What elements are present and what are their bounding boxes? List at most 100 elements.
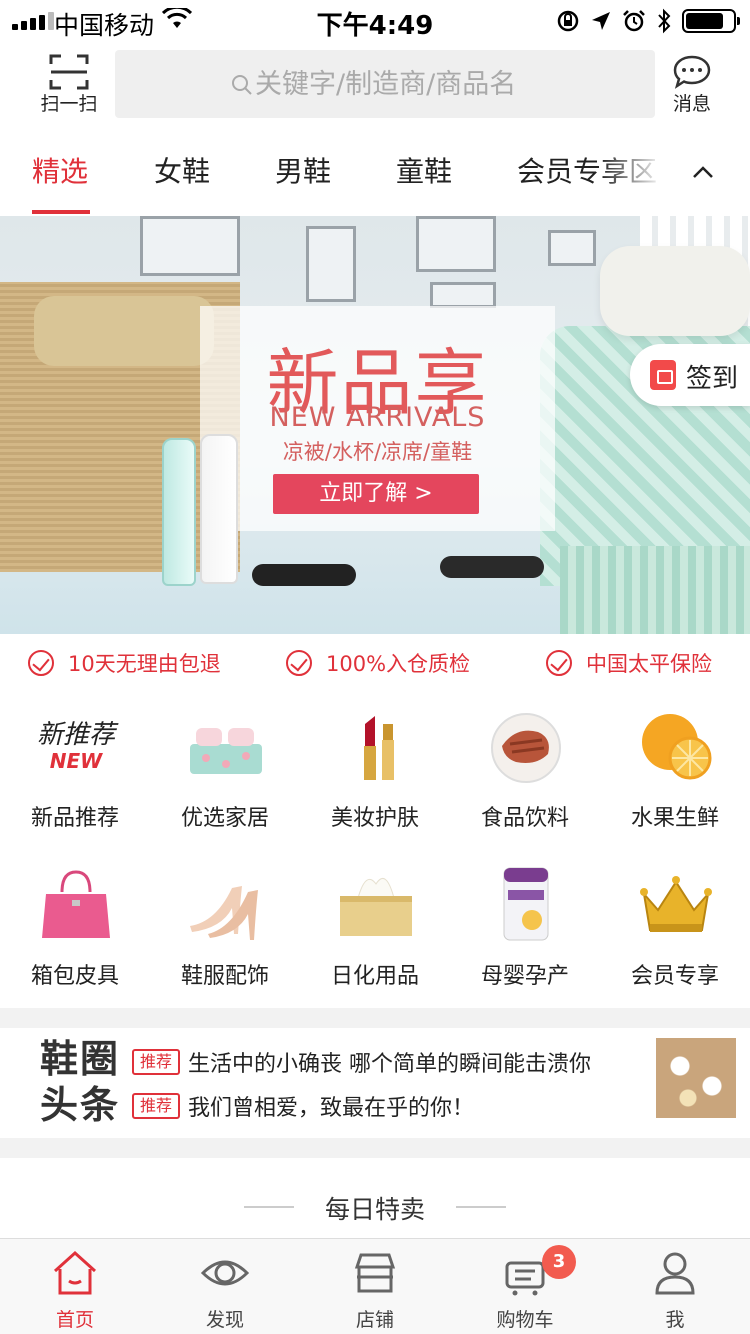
category-label: 新品推荐 (30, 806, 119, 831)
water-bottle-image (162, 438, 196, 586)
category-label: 会员专享 (630, 964, 719, 989)
high-heels-icon (190, 886, 258, 940)
headlines-logo-line2: 头条 (40, 1082, 121, 1127)
tissue-box-icon (340, 877, 412, 936)
category-label: 箱包皮具 (30, 964, 119, 989)
sign-in-label: 签到 (686, 364, 739, 394)
new-arrivals-logo-text: 新推荐 (36, 720, 115, 750)
headline-text: 我们曾相爱，致最在乎的你！ (188, 1096, 475, 1121)
chat-bubble-icon (673, 55, 711, 89)
category-shoes-apparel[interactable]: 鞋服配饰 (150, 854, 300, 1004)
sandal-image (440, 556, 544, 578)
headline-item[interactable]: 推荐 我们曾相爱，致最在乎的你！ (132, 1090, 474, 1122)
category-food[interactable]: 食品饮料 (450, 696, 600, 846)
search-icon (232, 75, 252, 95)
category-label: 日化用品 (330, 964, 419, 989)
battery-icon (682, 9, 740, 33)
tab-featured[interactable]: 精选 (32, 150, 88, 190)
category-label: 水果生鲜 (630, 806, 719, 831)
new-arrivals-logo-sub: NEW (49, 749, 103, 773)
nav-label: 发现 (205, 1309, 244, 1331)
category-fruit[interactable]: 水果生鲜 (600, 696, 750, 846)
category-bags[interactable]: 箱包皮具 (0, 854, 150, 1004)
search-bar[interactable] (115, 50, 655, 118)
guarantee-text: 10天无理由包退 (68, 652, 221, 676)
guarantee-item: 10天无理由包退 (28, 648, 221, 678)
nav-label: 购物车 (496, 1309, 554, 1331)
scan-label: 扫一扫 (40, 93, 98, 115)
category-tabs: 精选 女鞋 男鞋 童鞋 会员专享区 (0, 130, 750, 216)
wall-frame (140, 216, 240, 276)
guarantee-strip: 10天无理由包退 100%入仓质检 中国太平保险 (0, 634, 750, 688)
category-label: 优选家居 (180, 806, 269, 831)
category-grid: 新推荐 NEW 新品推荐 优选家居 美妆护肤 食品饮料 水果生鲜 箱包皮具 鞋服… (0, 688, 750, 1008)
category-mother-baby[interactable]: 母婴孕产 (450, 854, 600, 1004)
recommend-badge: 推荐 (132, 1093, 181, 1119)
learn-more-button[interactable]: 立即了解 > (273, 474, 479, 514)
category-new-arrivals[interactable]: 新推荐 NEW 新品推荐 (0, 696, 150, 846)
daily-deals-title: 每日特卖 (324, 1195, 425, 1224)
vip-crown-icon (640, 876, 712, 932)
store-icon (354, 1253, 396, 1293)
headline-text: 生活中的小确丧 哪个简单的瞬间能击溃你 (188, 1052, 592, 1077)
messages-label: 消息 (672, 93, 711, 115)
orange-fruit-icon (642, 714, 712, 780)
bottom-tab-bar: 首页 发现 店铺 3 购物车 我 (0, 1238, 750, 1334)
nav-cart[interactable]: 3 购物车 (450, 1239, 600, 1334)
recommend-badge: 推荐 (132, 1049, 181, 1075)
search-input[interactable] (255, 50, 645, 118)
handbag-icon (42, 870, 110, 938)
tab-kids-shoes[interactable]: 童鞋 (396, 150, 452, 190)
user-icon (655, 1252, 695, 1295)
promo-banner[interactable]: 新品享 NEW ARRIVALS 凉被/水杯/凉席/童鞋 立即了解 > 签到 (0, 216, 750, 634)
tab-mens-shoes[interactable]: 男鞋 (275, 150, 331, 190)
chevron-up-icon[interactable] (690, 160, 716, 186)
shoe-circle-headlines: 鞋圈 头条 推荐 生活中的小确丧 哪个简单的瞬间能击溃你 推荐 我们曾相爱，致最… (0, 1028, 750, 1138)
category-vip[interactable]: 会员专享 (600, 854, 750, 1004)
sandal-image (252, 564, 356, 586)
food-plate-icon (491, 713, 561, 783)
orientation-lock-icon (557, 10, 579, 32)
pillow-image (34, 296, 214, 366)
milk-powder-can-icon (503, 867, 549, 941)
headline-thumbnail[interactable] (656, 1038, 736, 1118)
water-bottle-image (200, 434, 238, 584)
category-label: 美妆护肤 (330, 806, 419, 831)
headline-item[interactable]: 推荐 生活中的小确丧 哪个简单的瞬间能击溃你 (132, 1046, 591, 1078)
alarm-icon (623, 10, 645, 32)
wall-frame (548, 230, 596, 266)
tabs-fade (600, 130, 690, 216)
nav-label: 首页 (55, 1309, 94, 1331)
pillow-image (600, 246, 750, 336)
nav-label: 店铺 (355, 1309, 394, 1331)
nav-store[interactable]: 店铺 (300, 1239, 450, 1334)
sign-in-button[interactable]: 签到 (630, 344, 750, 406)
location-arrow-icon (592, 12, 610, 30)
guarantee-item: 中国太平保险 (546, 648, 712, 678)
calendar-check-icon (650, 360, 676, 390)
category-label: 母婴孕产 (480, 964, 569, 989)
nav-me[interactable]: 我 (600, 1239, 750, 1334)
nav-home[interactable]: 首页 (0, 1239, 150, 1334)
messages-button[interactable]: 消息 (660, 50, 724, 120)
home-icon (53, 1250, 97, 1295)
header: 扫一扫 消息 (0, 40, 750, 130)
bluetooth-icon (658, 8, 671, 34)
wall-frame (416, 216, 496, 272)
category-home[interactable]: 优选家居 (150, 696, 300, 846)
guarantee-text: 中国太平保险 (586, 652, 712, 676)
daily-deals-section: 每日特卖 (0, 1158, 750, 1238)
check-circle-icon (28, 650, 54, 676)
scan-button[interactable]: 扫一扫 (30, 50, 108, 120)
wall-frame (430, 282, 496, 308)
category-label: 鞋服配饰 (180, 964, 269, 989)
category-household[interactable]: 日化用品 (300, 854, 450, 1004)
status-bar: 中国移动 下午4:49 (0, 0, 750, 41)
category-beauty[interactable]: 美妆护肤 (300, 696, 450, 846)
tab-womens-shoes[interactable]: 女鞋 (154, 150, 210, 190)
headlines-logo: 鞋圈 头条 (40, 1036, 124, 1128)
lipstick-icon (364, 716, 394, 780)
nav-discover[interactable]: 发现 (150, 1239, 300, 1334)
headlines-logo-line1: 鞋圈 (40, 1036, 121, 1081)
quilt-image (560, 546, 750, 634)
